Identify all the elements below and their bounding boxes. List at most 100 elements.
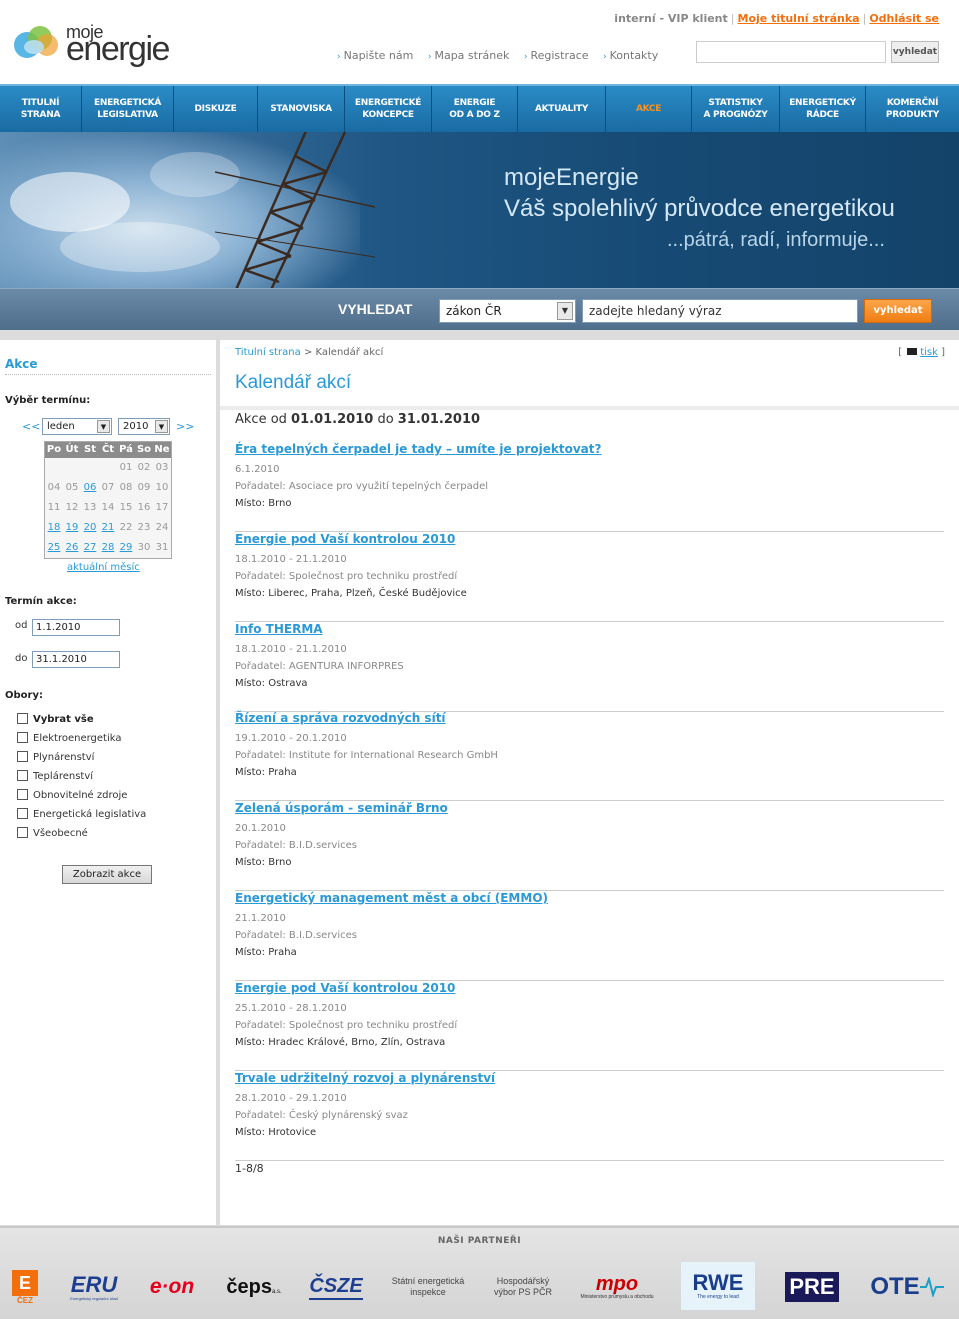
- subnav-contacts[interactable]: › Kontakty: [603, 49, 658, 62]
- calendar-day: 02: [137, 462, 151, 473]
- event-title-link[interactable]: Energie pod Vaší kontrolou 2010: [235, 532, 455, 546]
- event-date: 6.1.2010: [235, 464, 280, 475]
- search-category-select[interactable]: zákon ČR ▼: [439, 299, 576, 323]
- current-month-link[interactable]: aktuální měsíc: [67, 562, 140, 573]
- calendar-day[interactable]: 21: [99, 518, 117, 538]
- calendar-day[interactable]: 28: [99, 538, 117, 558]
- header-search-input[interactable]: [696, 41, 886, 63]
- to-date-input[interactable]: 31.1.2010: [32, 651, 120, 668]
- nav-titulni-strana[interactable]: TITULNÍ STRANA: [0, 86, 82, 132]
- calendar-day: 07: [101, 482, 115, 493]
- calendar-day: 01: [119, 462, 133, 473]
- main-navigation: TITULNÍ STRANA ENERGETICKÁ LEGISLATIVA DIS…: [0, 84, 959, 132]
- event-title-link[interactable]: Energetický management měst a obcí (EMMO…: [235, 891, 548, 905]
- subnav-sitemap[interactable]: › Mapa stránek: [428, 49, 509, 62]
- calendar-next-month[interactable]: >>: [176, 420, 194, 433]
- my-homepage-link[interactable]: Moje titulní stránka: [738, 12, 860, 25]
- event-place: Místo: Hradec Králové, Brno, Zlín, Ostra…: [235, 1037, 446, 1048]
- nav-statistiky[interactable]: STATISTIKY A PROGNÓZY: [692, 86, 780, 132]
- checkbox-elektroenergetika[interactable]: Elektroenergetika: [17, 732, 122, 744]
- calendar-day[interactable]: 29: [117, 538, 135, 558]
- calendar-day: [81, 458, 99, 478]
- checkbox-teplarenstvi[interactable]: Teplárenství: [17, 770, 93, 782]
- search-input[interactable]: zadejte hledaný výraz: [582, 299, 858, 323]
- logout-link[interactable]: Odhlásit se: [869, 12, 939, 25]
- event-organizer: Pořadatel: B.I.D.services: [235, 930, 357, 941]
- show-events-button[interactable]: Zobrazit akce: [62, 865, 152, 884]
- event-item: Éra tepelných čerpadel je tady – umíte j…: [235, 442, 944, 532]
- header-search-button[interactable]: vyhledat: [891, 41, 939, 63]
- calendar-prev-month[interactable]: <<: [22, 420, 40, 433]
- chevron-down-icon: ▼: [155, 420, 168, 433]
- nav-aktuality[interactable]: AKTUALITY: [518, 86, 606, 132]
- breadcrumb-home-link[interactable]: Titulní strana: [235, 347, 301, 358]
- ote-pulse-icon: [919, 1277, 944, 1297]
- print-link[interactable]: [tisk ]: [898, 347, 945, 358]
- event-date: 20.1.2010: [235, 823, 286, 834]
- event-title-link[interactable]: Zelená úsporám - seminář Brno: [235, 801, 448, 815]
- chevron-right-icon: ›: [427, 52, 432, 62]
- date-selection-label: Výběr termínu:: [5, 395, 91, 406]
- partner-logo-rwe[interactable]: RWE The energy to lead: [681, 1262, 755, 1310]
- event-title-link[interactable]: Řízení a správa rozvodných sítí: [235, 711, 446, 725]
- calendar-day[interactable]: 26: [63, 538, 81, 558]
- partner-logo-ote[interactable]: OTE: [866, 1268, 948, 1306]
- event-date: 25.1.2010 - 28.1.2010: [235, 1003, 347, 1014]
- chevron-down-icon: ▼: [97, 420, 110, 433]
- year-select[interactable]: 2010 ▼: [118, 418, 170, 435]
- sub-navigation: › Napište nám › Mapa stránek › Registrace ›…: [337, 49, 669, 62]
- partner-logo-csze[interactable]: ČSZE: [304, 1268, 368, 1306]
- partner-logo-eon[interactable]: e·on: [140, 1268, 204, 1306]
- calendar-day: 08: [119, 482, 133, 493]
- partner-logo-sei[interactable]: Státní energetická inspekce: [386, 1268, 470, 1306]
- from-date-input[interactable]: 1.1.2010: [32, 619, 120, 636]
- calendar-day[interactable]: 18: [45, 518, 63, 538]
- subnav-registration[interactable]: › Registrace: [524, 49, 589, 62]
- calendar-day[interactable]: 25: [45, 538, 63, 558]
- event-title-link[interactable]: Éra tepelných čerpadel je tady – umíte j…: [235, 442, 601, 456]
- event-title-link[interactable]: Trvale udržitelný rozvoj a plynárenství: [235, 1071, 495, 1085]
- checkbox-plynarenstvi[interactable]: Plynárenství: [17, 751, 94, 763]
- partner-logo-mpo[interactable]: mpo Ministerstvo průmyslu a obchodu: [574, 1268, 660, 1306]
- month-select[interactable]: leden ▼: [42, 418, 112, 435]
- site-logo[interactable]: moje energie: [14, 20, 204, 72]
- checkbox-energeticka-legislativa[interactable]: Energetická legislativa: [17, 808, 146, 820]
- calendar-day[interactable]: 06: [81, 478, 99, 498]
- calendar-day[interactable]: 20: [81, 518, 99, 538]
- partner-logo-hospodarsky-vybor[interactable]: Hospodářský výbor PS PČR: [486, 1268, 560, 1306]
- checkbox-vseobecne[interactable]: Všeobecné: [17, 827, 88, 839]
- calendar-day: [45, 458, 63, 478]
- from-label: od: [15, 620, 28, 631]
- nav-energeticke-koncepce[interactable]: ENERGETICKÉ KONCEPCE: [345, 86, 432, 132]
- nav-energeticky-radce[interactable]: ENERGETICKÝ RÁDCE: [780, 86, 866, 132]
- calendar-day[interactable]: 27: [81, 538, 99, 558]
- partner-logo-cez[interactable]: E ČEZ: [8, 1268, 42, 1306]
- nav-diskuze[interactable]: DISKUZE: [174, 86, 258, 132]
- partners-footer: NAŠI PARTNEŘI E ČEZ ERU Energetický regu…: [0, 1226, 959, 1319]
- partner-logo-eru[interactable]: ERU Energetický regulační úřad: [62, 1268, 126, 1306]
- nav-energeticka-legislativa[interactable]: ENERGETICKÁ LEGISLATIVA: [82, 86, 174, 132]
- partner-logo-ceps[interactable]: čeps a.s.: [222, 1268, 286, 1306]
- checkbox-select-all[interactable]: Vybrat vše: [17, 713, 94, 725]
- chevron-right-icon: ›: [337, 52, 341, 62]
- event-date: 21.1.2010: [235, 913, 286, 924]
- nav-energie-od-a-do-z[interactable]: ENERGIE OD A DO Z: [432, 86, 518, 132]
- calendar-day: 30: [137, 542, 151, 553]
- logo-text-bottom: energie: [66, 30, 170, 68]
- event-title-link[interactable]: Energie pod Vaší kontrolou 2010: [235, 981, 455, 995]
- breadcrumb-current: Kalendář akcí: [315, 347, 384, 358]
- partner-logo-pre[interactable]: PRE: [781, 1268, 843, 1306]
- search-button[interactable]: vyhledat: [864, 299, 932, 323]
- calendar-day: 14: [101, 502, 115, 513]
- nav-komercni-produkty[interactable]: KOMERČNÍ PRODUKTY: [866, 86, 959, 132]
- nav-akce[interactable]: AKCE: [606, 86, 692, 132]
- checkbox-obnovitelne-zdroje[interactable]: Obnovitelné zdroje: [17, 789, 127, 801]
- nav-stanoviska[interactable]: STANOVISKA: [258, 86, 345, 132]
- calendar-day[interactable]: 19: [63, 518, 81, 538]
- subnav-write-us[interactable]: › Napište nám: [337, 49, 413, 62]
- event-date: 18.1.2010 - 21.1.2010: [235, 554, 347, 565]
- calendar-day-header: Út: [65, 444, 79, 455]
- event-title-link[interactable]: Info THERMA: [235, 622, 323, 636]
- event-organizer: Pořadatel: Společnost pro techniku prost…: [235, 1020, 458, 1031]
- event-date: 28.1.2010 - 29.1.2010: [235, 1093, 347, 1104]
